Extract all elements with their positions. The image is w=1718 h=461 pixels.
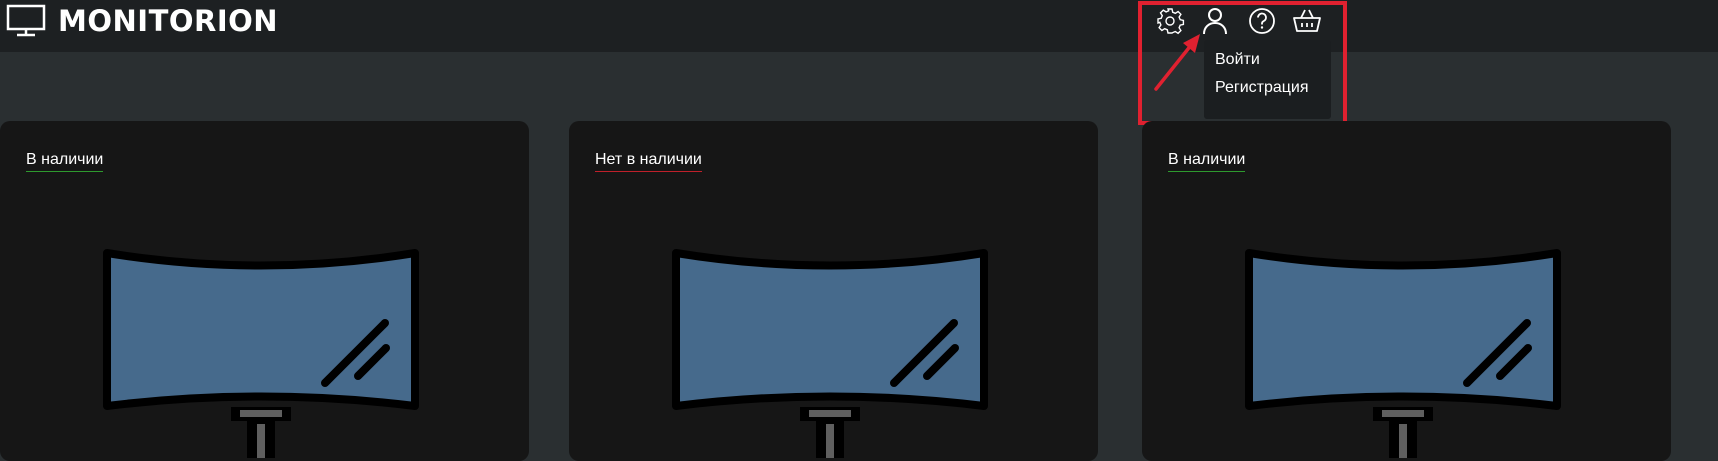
- basket-icon[interactable]: [1292, 6, 1322, 36]
- availability-badge: В наличии: [1168, 151, 1246, 172]
- monitor-image: [1245, 249, 1561, 458]
- monitor-image: [672, 249, 988, 458]
- gear-icon[interactable]: [1155, 6, 1185, 36]
- product-card[interactable]: Нет в наличии: [569, 121, 1098, 461]
- header: MONITORION: [0, 0, 1718, 52]
- register-link[interactable]: Регистрация: [1215, 79, 1309, 97]
- product-card[interactable]: В наличии: [0, 121, 529, 461]
- login-link[interactable]: Войти: [1215, 51, 1260, 69]
- product-card[interactable]: В наличии: [1142, 121, 1671, 461]
- monitor-logo-icon: [6, 4, 46, 37]
- user-dropdown-menu: Войти Регистрация: [1204, 40, 1331, 119]
- availability-badge: Нет в наличии: [595, 151, 702, 172]
- monitor-image: [103, 249, 419, 458]
- app-title: MONITORION: [58, 4, 279, 38]
- user-icon[interactable]: [1200, 6, 1230, 36]
- logo[interactable]: MONITORION: [6, 4, 278, 38]
- availability-badge: В наличии: [26, 151, 104, 172]
- help-icon[interactable]: [1247, 6, 1277, 36]
